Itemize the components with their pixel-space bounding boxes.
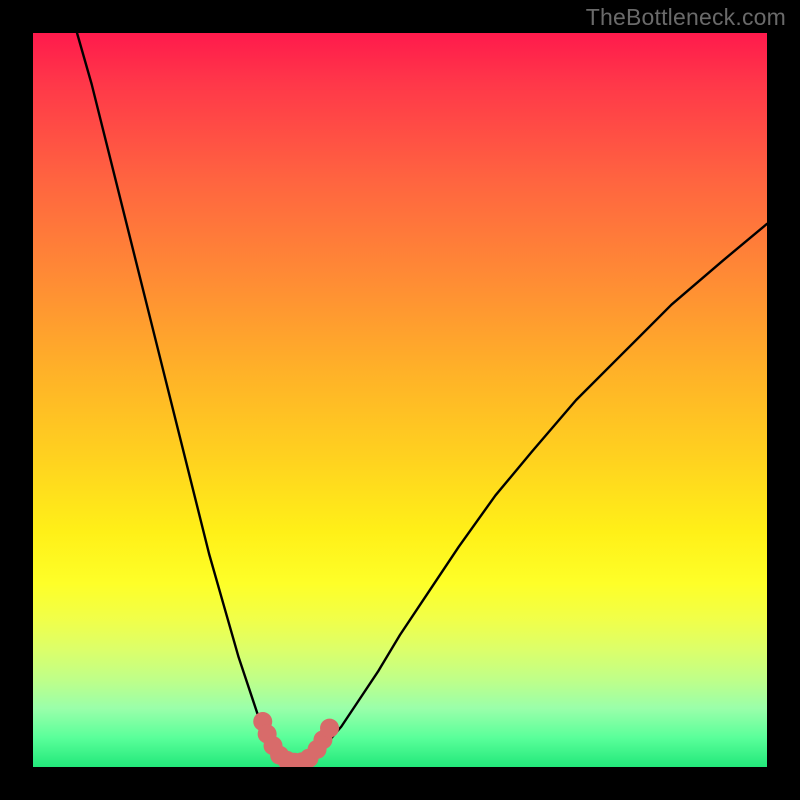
chart-frame: TheBottleneck.com <box>0 0 800 800</box>
valley-marker-10 <box>320 719 339 738</box>
watermark-text: TheBottleneck.com <box>586 4 786 31</box>
chart-svg <box>33 33 767 767</box>
curve-group <box>77 33 767 763</box>
curve-left-branch <box>77 33 283 758</box>
curve-right-branch <box>312 224 767 758</box>
marker-group <box>253 712 339 767</box>
plot-area <box>33 33 767 767</box>
